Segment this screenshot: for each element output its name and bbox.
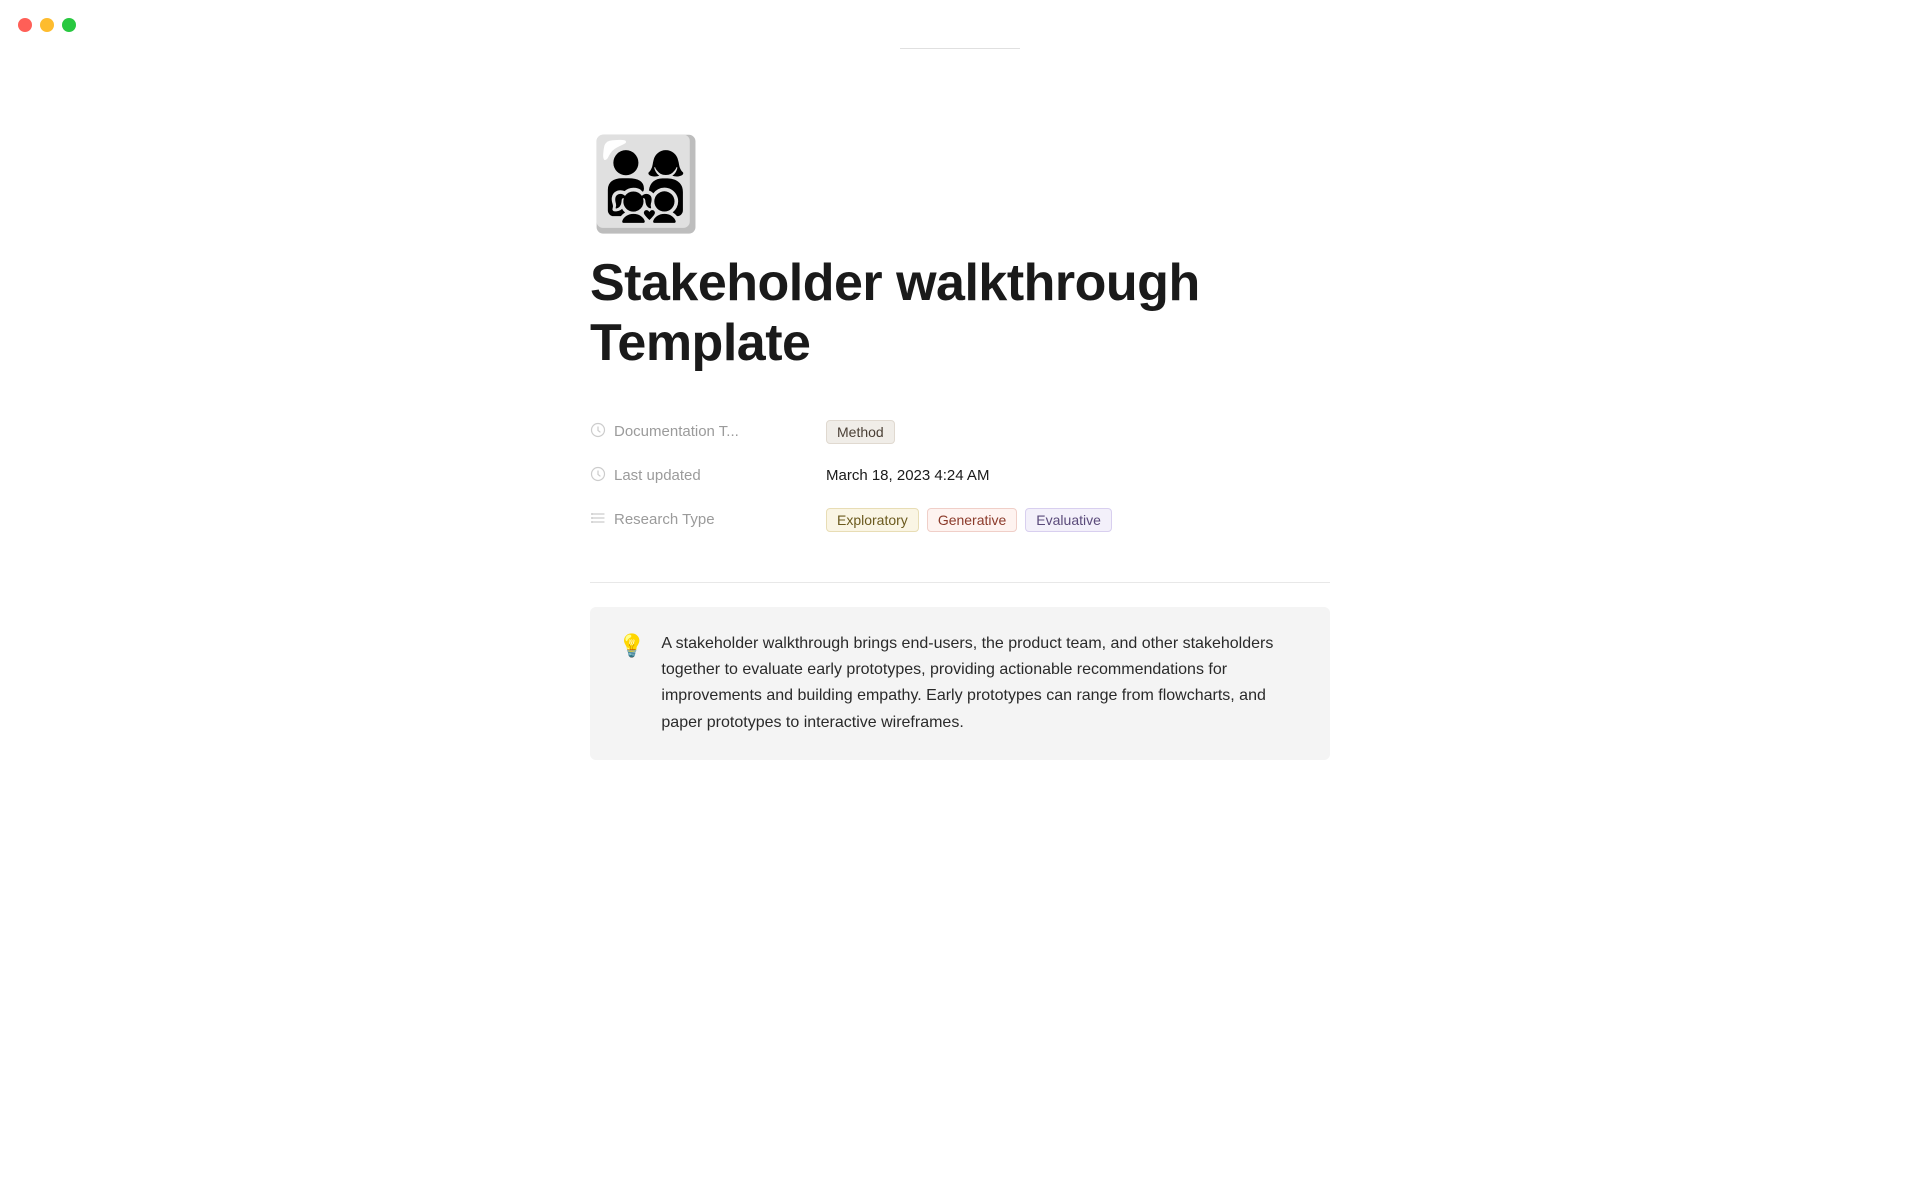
property-row-researchtype: Research Type Exploratory Generative Eva… — [590, 498, 1330, 542]
doctype-label-text: Documentation T... — [614, 423, 739, 440]
date-value: March 18, 2023 4:24 AM — [826, 467, 989, 484]
evaluative-tag[interactable]: Evaluative — [1025, 508, 1112, 532]
property-row-doctype: Documentation T... Method — [590, 410, 1330, 454]
lastupdated-label-text: Last updated — [614, 467, 701, 484]
clock-icon-lastupdated — [590, 466, 606, 486]
property-label-lastupdated: Last updated — [590, 466, 810, 486]
researchtype-tags: Exploratory Generative Evaluative — [826, 508, 1112, 532]
researchtype-label-text: Research Type — [614, 511, 715, 528]
property-row-lastupdated: Last updated March 18, 2023 4:24 AM — [590, 454, 1330, 498]
top-divider — [900, 48, 1020, 49]
maximize-button[interactable] — [62, 18, 76, 32]
generative-tag[interactable]: Generative — [927, 508, 1017, 532]
page-title[interactable]: Stakeholder walkthrough Template — [590, 254, 1330, 374]
clock-icon-doctype — [590, 422, 606, 442]
section-divider — [590, 582, 1330, 583]
lastupdated-values: March 18, 2023 4:24 AM — [826, 467, 989, 484]
properties-section: Documentation T... Method Last updated M… — [590, 410, 1330, 542]
main-content: 👨‍👩‍👧‍👦 Stakeholder walkthrough Template… — [510, 0, 1410, 840]
method-tag[interactable]: Method — [826, 420, 895, 444]
property-label-doctype: Documentation T... — [590, 422, 810, 442]
list-icon-researchtype — [590, 510, 606, 530]
lightbulb-icon: 💡 — [618, 633, 645, 659]
callout-text: A stakeholder walkthrough brings end-use… — [661, 631, 1302, 737]
page-icon[interactable]: 👨‍👩‍👧‍👦 — [590, 140, 1330, 230]
traffic-lights — [18, 18, 76, 32]
callout-block: 💡 A stakeholder walkthrough brings end-u… — [590, 607, 1330, 761]
doctype-values: Method — [826, 420, 895, 444]
property-label-researchtype: Research Type — [590, 510, 810, 530]
close-button[interactable] — [18, 18, 32, 32]
minimize-button[interactable] — [40, 18, 54, 32]
exploratory-tag[interactable]: Exploratory — [826, 508, 919, 532]
